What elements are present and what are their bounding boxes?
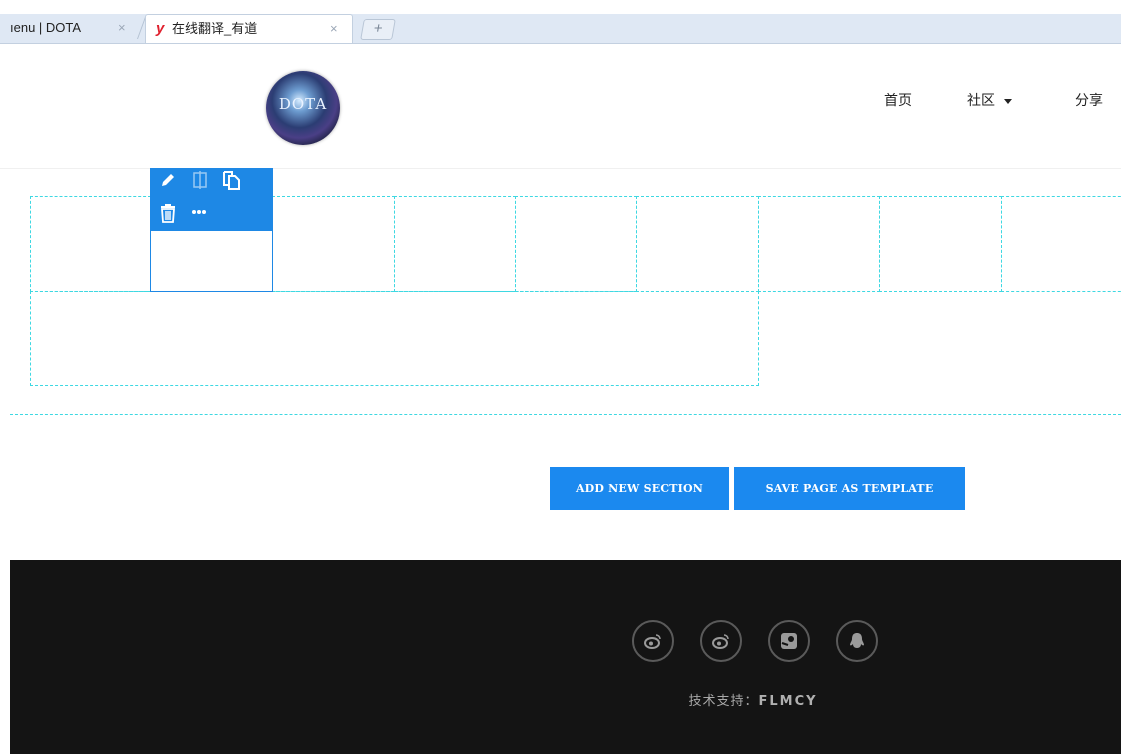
grid-cell[interactable]: [1001, 196, 1121, 292]
grid-cell[interactable]: [636, 196, 759, 292]
tech-support-credit: 技术支持：FLMCY: [620, 690, 886, 709]
nav-community-label: 社区: [967, 92, 995, 108]
browser-tab-dota[interactable]: ıenu | DOTA ×: [0, 14, 138, 43]
grid-cell-wide[interactable]: [30, 291, 759, 386]
save-page-as-template-button[interactable]: SAVE PAGE AS TEMPLATE: [734, 467, 965, 510]
grid-cell[interactable]: [758, 196, 880, 292]
tech-support-name: FLMCY: [758, 694, 818, 709]
browser-tabbar: ıenu | DOTA × y 在线翻译_有道 × +: [0, 14, 1121, 44]
logo-text: DOTA: [278, 95, 328, 113]
steam-icon[interactable]: [768, 620, 810, 662]
close-tab-icon[interactable]: ×: [118, 14, 126, 42]
edit-icon[interactable]: [158, 171, 178, 191]
tech-support-label: 技术支持：: [688, 693, 759, 708]
nav-community[interactable]: 社区: [967, 90, 1012, 110]
tab-title: 在线翻译_有道: [171, 21, 258, 36]
split-icon[interactable]: [190, 171, 210, 191]
youdao-logo-icon: y: [156, 20, 165, 37]
add-new-section-button[interactable]: ADD NEW SECTION: [550, 467, 729, 510]
close-tab-icon[interactable]: ×: [330, 15, 338, 43]
grid-cell[interactable]: [394, 196, 516, 292]
trash-icon[interactable]: [158, 203, 178, 223]
copy-icon[interactable]: [221, 170, 241, 190]
site-logo[interactable]: DOTA: [266, 71, 340, 145]
site-footer: [10, 560, 1121, 754]
grid-cell[interactable]: [879, 196, 1002, 292]
cell-toolbar: [150, 168, 273, 231]
nav-share[interactable]: 分享: [1075, 90, 1103, 110]
weibo-icon[interactable]: [700, 620, 742, 662]
tab-title: ıenu | DOTA: [10, 20, 82, 35]
browser-tabstrip: ıenu | DOTA × y 在线翻译_有道 × +: [0, 0, 1121, 44]
new-tab-button[interactable]: +: [360, 19, 396, 40]
more-icon[interactable]: [189, 202, 209, 222]
qq-icon[interactable]: [836, 620, 878, 662]
weibo-icon[interactable]: [632, 620, 674, 662]
browser-tab-youdao[interactable]: y 在线翻译_有道 ×: [145, 14, 353, 43]
grid-cell[interactable]: [515, 196, 637, 292]
section-divider: [10, 414, 1121, 415]
grid-cell[interactable]: [30, 196, 151, 292]
caret-down-icon: [1004, 98, 1012, 104]
grid-cell[interactable]: [272, 196, 395, 292]
nav-home[interactable]: 首页: [884, 90, 912, 110]
site-header: DOTA 首页 社区 分享: [0, 44, 1121, 169]
